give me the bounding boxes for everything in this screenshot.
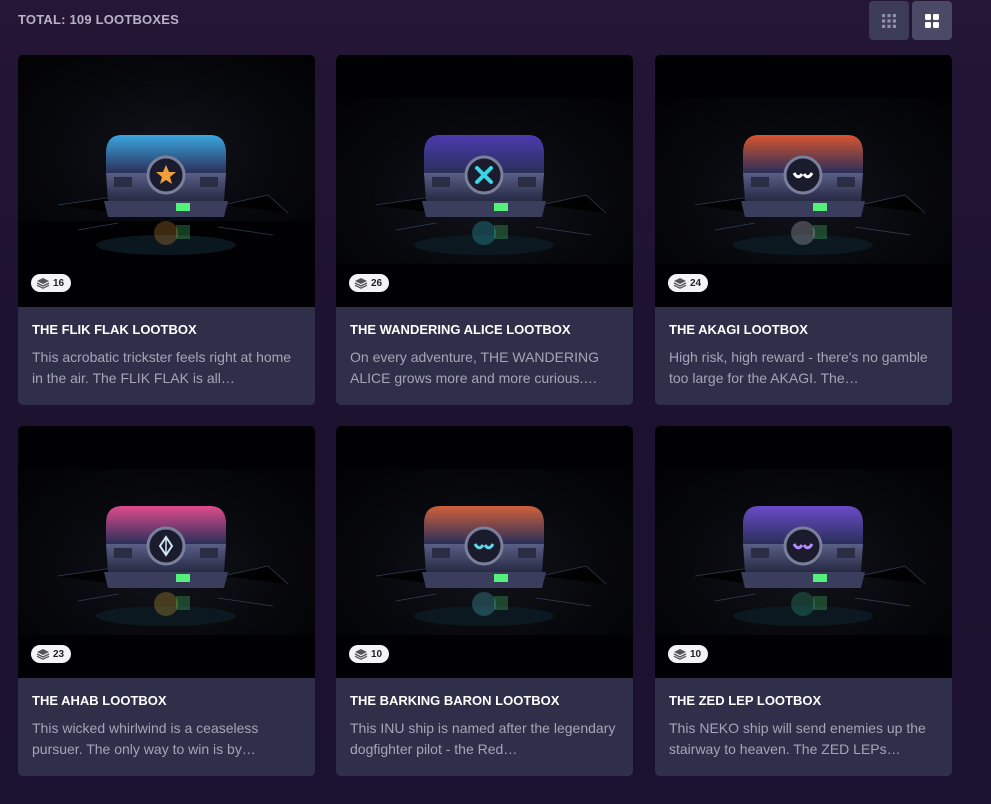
grid-large-icon <box>925 13 939 28</box>
item-count-badge: 10 <box>668 645 709 663</box>
lootbox-card-body: THE FLIK FLAK LOOTBOX This acrobatic tri… <box>18 307 315 405</box>
lootbox-image <box>375 135 607 255</box>
item-count: 23 <box>53 648 65 660</box>
lootbox-description: On every adventure, THE WANDERING ALICE … <box>350 349 599 386</box>
lootbox-image <box>57 506 289 626</box>
layers-icon <box>36 649 50 660</box>
lootbox-title: THE BARKING BARON LOOTBOX <box>350 693 560 708</box>
item-count: 16 <box>53 277 65 289</box>
lootbox-card[interactable]: 24 THE AKAGI LOOTBOX High risk, high rew… <box>655 55 952 405</box>
lootbox-image-area: 10 <box>655 426 952 678</box>
lootbox-image-area: 16 <box>18 55 315 307</box>
item-count-badge: 26 <box>349 274 390 292</box>
total-count-label: TOTAL: 109 LOOTBOXES <box>18 12 179 27</box>
layers-icon <box>673 278 687 289</box>
lootbox-title: THE ZED LEP LOOTBOX <box>669 693 822 708</box>
lootbox-card[interactable]: 10 THE ZED LEP LOOTBOX This NEKO ship wi… <box>655 426 952 776</box>
lootbox-image-area: 24 <box>655 55 952 307</box>
item-count-badge: 23 <box>31 645 72 663</box>
layers-icon <box>36 278 50 289</box>
lootbox-description: This wicked whirlwind is a ceaseless pur… <box>32 720 259 757</box>
lootbox-card-body: THE AKAGI LOOTBOX High risk, high reward… <box>655 307 952 405</box>
item-count: 10 <box>371 648 383 660</box>
layers-icon <box>354 278 368 289</box>
lootbox-image-area: 26 <box>336 55 633 307</box>
lootbox-title: THE AHAB LOOTBOX <box>32 693 167 708</box>
lootbox-card-body: THE ZED LEP LOOTBOX This NEKO ship will … <box>655 678 952 776</box>
toolbar: TOTAL: 109 LOOTBOXES <box>0 0 991 42</box>
item-count-badge: 16 <box>31 274 72 292</box>
layers-icon <box>354 649 368 660</box>
lootbox-image <box>694 506 926 626</box>
grid-small-icon <box>882 13 896 28</box>
layers-icon <box>673 649 687 660</box>
item-count: 10 <box>690 648 702 660</box>
lootbox-card[interactable]: 26 THE WANDERING ALICE LOOTBOX On every … <box>336 55 633 405</box>
item-count: 24 <box>690 277 702 289</box>
lootbox-image <box>694 135 926 255</box>
lootbox-card-body: THE WANDERING ALICE LOOTBOX On every adv… <box>336 307 633 405</box>
lootbox-image <box>375 506 607 626</box>
lootbox-image-area: 23 <box>18 426 315 678</box>
lootbox-image <box>57 135 289 255</box>
lootbox-description: This acrobatic trickster feels right at … <box>32 349 292 386</box>
lootbox-title: THE FLIK FLAK LOOTBOX <box>32 322 197 337</box>
lootbox-description: High risk, high reward - there's no gamb… <box>669 349 928 386</box>
lootbox-image-area: 10 <box>336 426 633 678</box>
lootbox-card[interactable]: 16 THE FLIK FLAK LOOTBOX This acrobatic … <box>18 55 315 405</box>
lootbox-description: This INU ship is named after the legenda… <box>350 720 616 757</box>
item-count: 26 <box>371 277 383 289</box>
large-grid-view-button[interactable] <box>912 1 952 40</box>
lootbox-title: THE AKAGI LOOTBOX <box>669 322 808 337</box>
item-count-badge: 10 <box>349 645 390 663</box>
lootbox-card[interactable]: 10 THE BARKING BARON LOOTBOX This INU sh… <box>336 426 633 776</box>
lootbox-card-body: THE AHAB LOOTBOX This wicked whirlwind i… <box>18 678 315 776</box>
item-count-badge: 24 <box>668 274 709 292</box>
lootbox-description: This NEKO ship will send enemies up the … <box>669 720 926 757</box>
lootbox-title: THE WANDERING ALICE LOOTBOX <box>350 322 571 337</box>
lootbox-card[interactable]: 23 THE AHAB LOOTBOX This wicked whirlwin… <box>18 426 315 776</box>
small-grid-view-button[interactable] <box>869 1 909 40</box>
lootbox-card-body: THE BARKING BARON LOOTBOX This INU ship … <box>336 678 633 776</box>
